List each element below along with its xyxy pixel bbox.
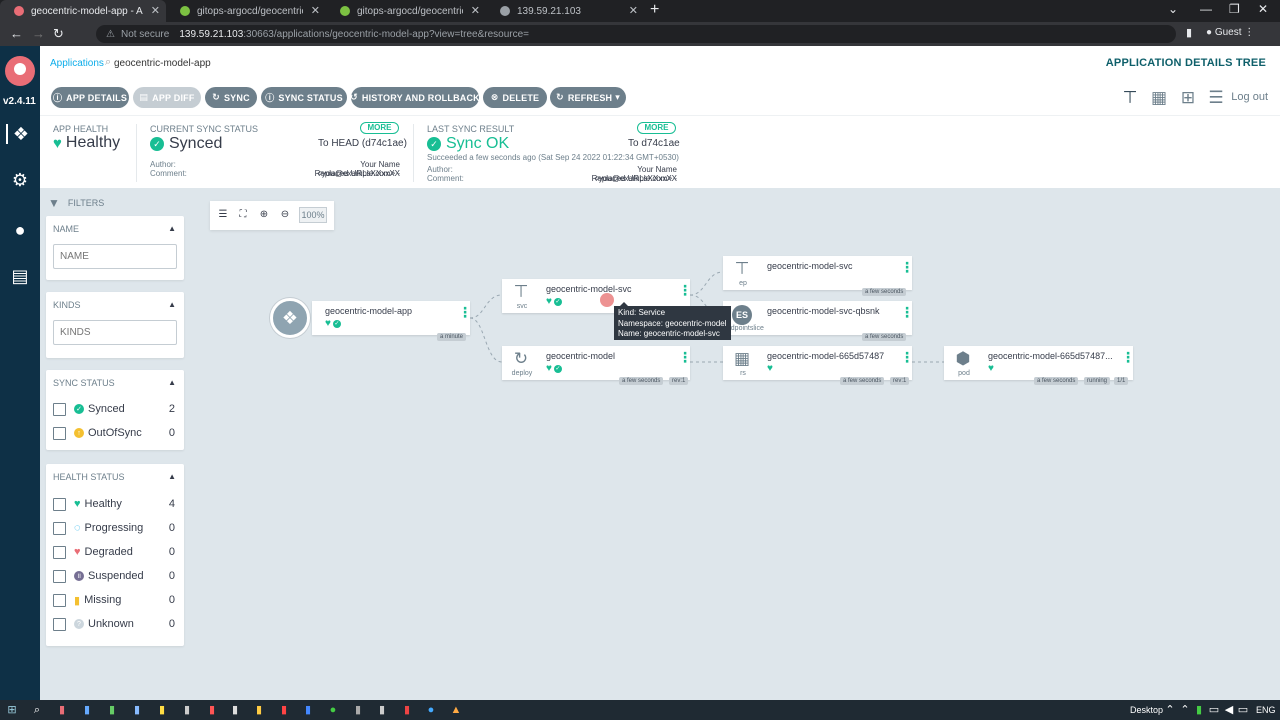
node-application[interactable]: geocentric-model-app ♥ ✓ ⋮ [312, 301, 472, 335]
node-name: geocentric-model-svc [767, 261, 853, 271]
cursor-indicator [600, 293, 614, 307]
node-kind: rs [740, 370, 746, 377]
tooltip-kind: Kind: Service [618, 308, 666, 317]
node-kind: pod [958, 370, 970, 377]
heart-icon: ♥ [546, 296, 552, 307]
folder-icon[interactable]: ▮ [252, 703, 266, 717]
node-endpoints[interactable]: ⊤ ep geocentric-model-svc ⋮ [723, 256, 914, 290]
node-age-tag: a few seconds [840, 377, 885, 385]
check-circle-icon: ✓ [553, 364, 562, 373]
app-icon[interactable]: ▮ [228, 703, 242, 717]
language-label[interactable]: ENG [1256, 705, 1276, 715]
node-name: geocentric-model-svc-qbsnk [767, 306, 880, 316]
windows-start-icon[interactable]: ⊞ [5, 703, 19, 717]
node-status: ♥ ✓ [546, 296, 562, 307]
app-icon[interactable]: ▮ [205, 703, 219, 717]
node-menu-icon[interactable]: ⋮ [900, 350, 914, 364]
volume-icon[interactable]: ◀ [1222, 703, 1236, 717]
node-tooltip: Kind: Service Namespace: geocentric-mode… [614, 302, 731, 340]
node-name: geocentric-model-app [325, 306, 413, 316]
deploy-icon: ↻ [513, 349, 529, 368]
check-circle-icon: ✓ [553, 297, 562, 306]
node-kind: deploy [511, 370, 533, 377]
node-kind: svc [516, 303, 528, 310]
node-name: geocentric-model-665d57487 [767, 351, 885, 361]
arrow-icon[interactable]: ⌃ [1178, 703, 1192, 717]
node-deployment[interactable]: ↻ deploy geocentric-model ♥ ✓ ⋮ [502, 346, 692, 380]
node-name: geocentric-model-665d57487... [988, 351, 1113, 361]
chrome-icon[interactable]: ● [424, 703, 438, 717]
app-icon[interactable]: ▮ [351, 703, 365, 717]
node-endpointslice[interactable]: ES endpointslice geocentric-model-svc-qb… [723, 301, 914, 335]
application-icon[interactable]: ❖ [270, 298, 310, 338]
node-status: ♥ ✓ [546, 363, 562, 374]
heart-icon: ♥ [546, 363, 552, 374]
check-circle-icon: ✓ [332, 319, 341, 328]
node-age-tag: a few seconds [619, 377, 664, 385]
edge-app-deploy [469, 317, 503, 363]
node-ready-tag: 1/1 [1114, 377, 1129, 385]
app-icon[interactable]: ▮ [180, 703, 194, 717]
app-icon[interactable]: ▮ [155, 703, 169, 717]
network-icon[interactable]: ▭ [1207, 703, 1221, 717]
app-icon[interactable]: ▮ [80, 703, 94, 717]
node-status: ♥ [767, 363, 773, 374]
network-icon: ⊤ [734, 259, 750, 278]
node-name: geocentric-model-svc [546, 284, 632, 294]
app-icon[interactable]: ▮ [130, 703, 144, 717]
os-taskbar: ⊞ ⌕ ▮ ▮ ▮ ▮ ▮ ▮ ▮ ▮ ▮ ▮ ▮ ● ▮ ▮ ▮ ● ▲ De… [0, 700, 1280, 720]
tooltip-name: Name: geocentric-model-svc [618, 329, 720, 338]
powerpoint-icon[interactable]: ▮ [400, 703, 414, 717]
app-tray-icon[interactable]: ▮ [1192, 703, 1206, 717]
heart-icon: ♥ [325, 318, 331, 329]
node-menu-icon[interactable]: ⋮ [900, 305, 914, 319]
node-kind: ep [739, 280, 747, 287]
node-state-tag: running [1084, 377, 1111, 385]
node-rev-tag: rev:1 [890, 377, 910, 385]
search-icon[interactable]: ⌕ [30, 703, 44, 717]
edge-app-svc [469, 294, 503, 319]
node-menu-icon[interactable]: ⋮ [678, 283, 692, 297]
app-icon[interactable]: ▮ [375, 703, 389, 717]
node-pod[interactable]: ⬢ pod geocentric-model-665d57487... ♥ ⋮ [944, 346, 1135, 380]
node-menu-icon[interactable]: ⋮ [1121, 350, 1135, 364]
node-status: ♥ ✓ [325, 318, 341, 329]
network-icon: ⊤ [513, 282, 529, 301]
app-icon[interactable]: ▲ [449, 703, 463, 717]
app-icon[interactable]: ▮ [55, 703, 69, 717]
endpointslice-badge: ES [732, 305, 752, 325]
chevron-up-icon[interactable]: ⌃ [1163, 703, 1177, 717]
replicaset-icon: ▦ [733, 349, 751, 368]
node-status: ♥ [988, 363, 994, 374]
chrome-icon[interactable]: ● [326, 703, 340, 717]
node-rev-tag: rev:1 [669, 377, 689, 385]
node-age-tag: a few seconds [1034, 377, 1079, 385]
edge-svc-ep [689, 271, 724, 296]
node-menu-icon[interactable]: ⋮ [900, 260, 914, 274]
node-age-tag: a few seconds [862, 288, 907, 296]
node-name: geocentric-model [546, 351, 616, 361]
node-replicaset[interactable]: ▦ rs geocentric-model-665d57487 ♥ ⋮ [723, 346, 914, 380]
app-icon[interactable]: ▮ [105, 703, 119, 717]
word-icon[interactable]: ▮ [301, 703, 315, 717]
heart-icon: ♥ [767, 363, 773, 374]
node-age-tag: a few seconds [862, 333, 907, 341]
cube-icon: ⬢ [955, 349, 971, 368]
app-icon[interactable]: ▮ [277, 703, 291, 717]
battery-icon[interactable]: ▭ [1236, 703, 1250, 717]
heart-icon: ♥ [988, 363, 994, 374]
node-menu-icon[interactable]: ⋮ [458, 305, 472, 319]
tooltip-namespace: Namespace: geocentric-model [618, 318, 727, 328]
node-age-tag: a minute [437, 333, 467, 341]
desktop-label[interactable]: Desktop [1130, 705, 1163, 715]
node-menu-icon[interactable]: ⋮ [678, 350, 692, 364]
